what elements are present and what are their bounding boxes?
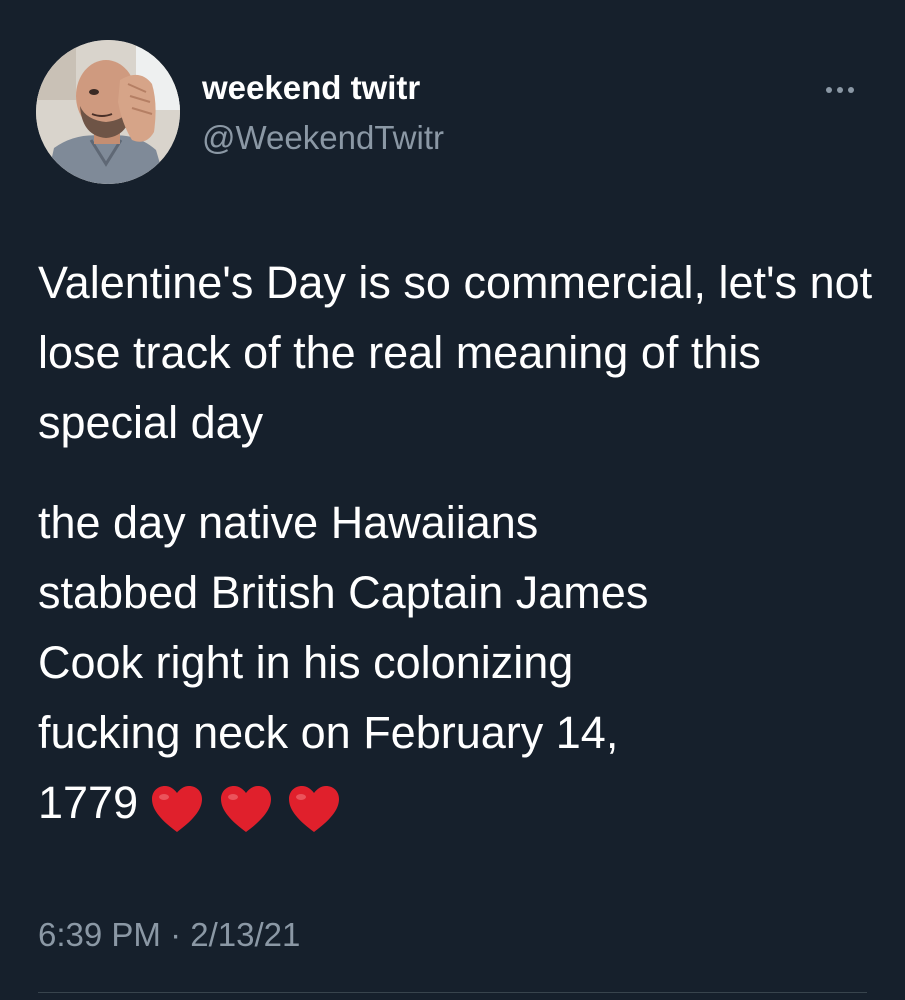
ellipsis-icon (848, 87, 854, 93)
tweet-text-line: stabbed British Captain James (38, 567, 649, 618)
ellipsis-icon (837, 87, 843, 93)
tweet-text-paragraph-2: the day native Hawaiians stabbed British… (38, 488, 888, 841)
hearts-emoji-group (150, 771, 343, 841)
tweet-text-line: fucking neck on February 14, (38, 707, 619, 758)
red-heart-icon (152, 786, 203, 833)
tweet-text-line: the day native Hawaiians (38, 497, 539, 548)
tweet-text-line: Cook right in his colonizing (38, 637, 574, 688)
tweet-text-line-last: 1779 (38, 768, 888, 841)
red-heart-icon (220, 786, 271, 833)
tweet-year: 1779 (38, 777, 139, 828)
profile-photo-icon (36, 40, 180, 184)
tweet-timestamp[interactable]: 6:39 PM · 2/13/21 (38, 915, 300, 955)
display-name[interactable]: weekend twitr (202, 68, 420, 108)
user-handle[interactable]: @WeekendTwitr (202, 118, 444, 158)
divider (38, 992, 867, 993)
ellipsis-icon (826, 87, 832, 93)
more-options-button[interactable] (816, 70, 864, 110)
avatar[interactable] (36, 40, 180, 184)
tweet-card: weekend twitr @WeekendTwitr Valentine's … (0, 0, 905, 1000)
tweet-text-paragraph-1: Valentine's Day is so commercial, let's … (38, 257, 873, 448)
red-heart-icon (289, 786, 340, 833)
